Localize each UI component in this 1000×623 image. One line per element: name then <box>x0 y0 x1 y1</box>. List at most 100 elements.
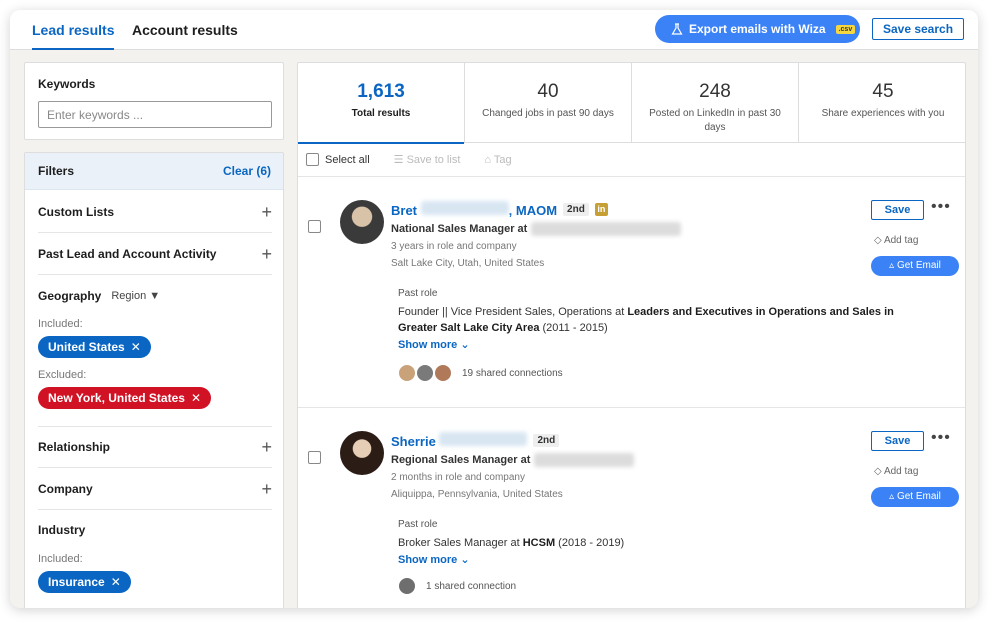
keywords-input[interactable] <box>38 101 272 128</box>
redacted-company <box>531 222 682 236</box>
redacted-surname <box>420 201 509 215</box>
lead-first-name: Bret <box>391 203 418 218</box>
included-pill-united-states[interactable]: United States ✕ <box>38 336 151 358</box>
shared-connections[interactable]: 19 shared connections <box>398 364 563 382</box>
plus-icon[interactable]: + <box>261 438 272 456</box>
excluded-pill-new-york[interactable]: New York, United States ✕ <box>38 387 211 409</box>
more-options-icon[interactable]: ••• <box>931 429 951 447</box>
past-role-prefix: Founder || Vice President Sales, Operati… <box>398 306 628 318</box>
show-more-label: Show more <box>398 339 458 351</box>
filter-label: Custom Lists <box>38 204 115 219</box>
past-role-text: Founder || Vice President Sales, Operati… <box>398 304 918 336</box>
plus-icon[interactable]: + <box>261 480 272 498</box>
filter-relationship[interactable]: Relationship + <box>38 426 272 468</box>
excluded-label: Excluded: <box>38 369 87 381</box>
lead-save-button[interactable]: Save <box>871 431 924 451</box>
tab-lead-results[interactable]: Lead results <box>32 10 115 50</box>
past-role-label: Past role <box>398 519 438 530</box>
show-more-link[interactable]: Show more ⌄ <box>398 553 470 566</box>
shared-connections[interactable]: 1 shared connection <box>398 577 516 595</box>
past-role-dates: (2011 - 2015) <box>539 322 608 334</box>
plus-icon[interactable]: + <box>261 203 272 221</box>
stat-posted-linkedin[interactable]: 248 Posted on LinkedIn in past 30 days <box>632 63 799 143</box>
chevron-down-icon: ⌄ <box>460 339 470 351</box>
stat-share-experiences[interactable]: 45 Share experiences with you <box>799 63 965 143</box>
filter-label: Past Lead and Account Activity <box>38 246 217 261</box>
list-icon: ☰ <box>393 154 404 166</box>
region-select[interactable]: Region ▼ <box>111 290 160 302</box>
stat-number: 40 <box>537 81 559 102</box>
lead-name-link[interactable]: Sherrie <box>391 432 528 449</box>
lead-name-line: Sherrie 2nd <box>391 432 560 449</box>
add-tag-button[interactable]: ◇ Add tag <box>874 466 918 477</box>
lead-checkbox[interactable] <box>308 220 321 233</box>
lead-name-line: Bret , MAOM 2nd in <box>391 201 608 218</box>
lead-location: Aliquippa, Pennsylvania, United States <box>391 489 563 500</box>
add-tag-label: Add tag <box>883 466 919 477</box>
lead-tenure: 3 years in role and company <box>391 241 517 252</box>
shared-connections-text: 19 shared connections <box>462 367 563 379</box>
results-panel: 1,613 Total results 40 Changed jobs in p… <box>297 62 966 608</box>
plus-icon[interactable]: + <box>261 245 272 263</box>
included-pill-insurance[interactable]: Insurance ✕ <box>38 571 131 593</box>
csv-badge: .csv <box>835 24 856 34</box>
lead-name-link[interactable]: Bret , MAOM <box>391 201 557 218</box>
filter-custom-lists[interactable]: Custom Lists + <box>38 191 272 233</box>
show-more-link[interactable]: Show more ⌄ <box>398 338 470 351</box>
caret-down-icon: ▼ <box>149 290 161 302</box>
top-bar: Lead results Account results Export emai… <box>10 10 978 50</box>
lead-card: Sherrie 2nd Regional Sales Manager at 2 … <box>298 409 965 608</box>
get-email-button[interactable]: ▵ Get Email <box>871 256 959 276</box>
filter-company[interactable]: Company + <box>38 468 272 510</box>
select-all-label: Select all <box>325 153 370 166</box>
export-label: Export emails with Wiza <box>689 22 826 36</box>
lead-location: Salt Lake City, Utah, United States <box>391 258 545 269</box>
avatar[interactable] <box>340 431 384 475</box>
lead-save-button[interactable]: Save <box>871 200 924 220</box>
stat-number: 1,613 <box>357 81 405 102</box>
save-search-button[interactable]: Save search <box>872 18 964 40</box>
save-to-list-button[interactable]: ☰ Save to list <box>394 153 461 166</box>
past-role-prefix: Broker Sales Manager at <box>398 537 523 549</box>
connection-degree-badge: 2nd <box>533 434 560 447</box>
tag-button[interactable]: ⌂ Tag <box>484 154 511 166</box>
show-more-label: Show more <box>398 554 458 566</box>
geography-header: Geography Region ▼ <box>38 289 160 303</box>
flask-icon: ▵ <box>889 491 895 502</box>
filter-past-activity[interactable]: Past Lead and Account Activity + <box>38 233 272 275</box>
past-role-company: HCSM <box>522 537 556 549</box>
bulk-action-bar: Select all ☰ Save to list ⌂ Tag <box>298 143 965 177</box>
tag-icon: ⌂ <box>484 153 492 166</box>
lead-title-text: Regional Sales Manager at <box>391 454 531 466</box>
get-email-button[interactable]: ▵ Get Email <box>871 487 959 507</box>
stat-total-results[interactable]: 1,613 Total results <box>298 63 465 144</box>
flask-icon <box>671 23 683 35</box>
avatar[interactable] <box>340 200 384 244</box>
pill-label: United States <box>48 340 125 354</box>
tag-icon: ◇ <box>874 466 882 477</box>
close-icon[interactable]: ✕ <box>131 340 141 354</box>
add-tag-button[interactable]: ◇ Add tag <box>874 235 918 246</box>
select-all-checkbox[interactable] <box>306 153 319 166</box>
get-email-label: Get Email <box>896 260 941 271</box>
filter-label: Company <box>38 481 93 496</box>
clear-filters-link[interactable]: Clear (6) <box>223 164 271 178</box>
filters-title: Filters <box>38 164 75 178</box>
close-icon[interactable]: ✕ <box>191 391 201 405</box>
more-options-icon[interactable]: ••• <box>931 198 951 216</box>
lead-checkbox[interactable] <box>308 451 321 464</box>
stat-desc: Changed jobs in past 90 days <box>482 108 614 119</box>
industry-label: Industry <box>38 523 86 537</box>
avatar <box>416 364 434 382</box>
avatar <box>398 364 416 382</box>
stat-changed-jobs[interactable]: 40 Changed jobs in past 90 days <box>465 63 632 143</box>
chevron-down-icon: ⌄ <box>460 554 470 566</box>
lead-title: National Sales Manager at <box>391 222 682 236</box>
past-role-text: Broker Sales Manager at HCSM (2018 - 201… <box>398 535 918 551</box>
filter-label: Relationship <box>38 440 111 454</box>
stat-desc: Posted on LinkedIn in past 30 days <box>649 108 781 133</box>
region-select-label: Region <box>111 290 147 302</box>
tab-account-results[interactable]: Account results <box>132 10 238 50</box>
export-emails-button[interactable]: Export emails with Wiza .csv <box>655 15 860 43</box>
close-icon[interactable]: ✕ <box>111 575 121 589</box>
